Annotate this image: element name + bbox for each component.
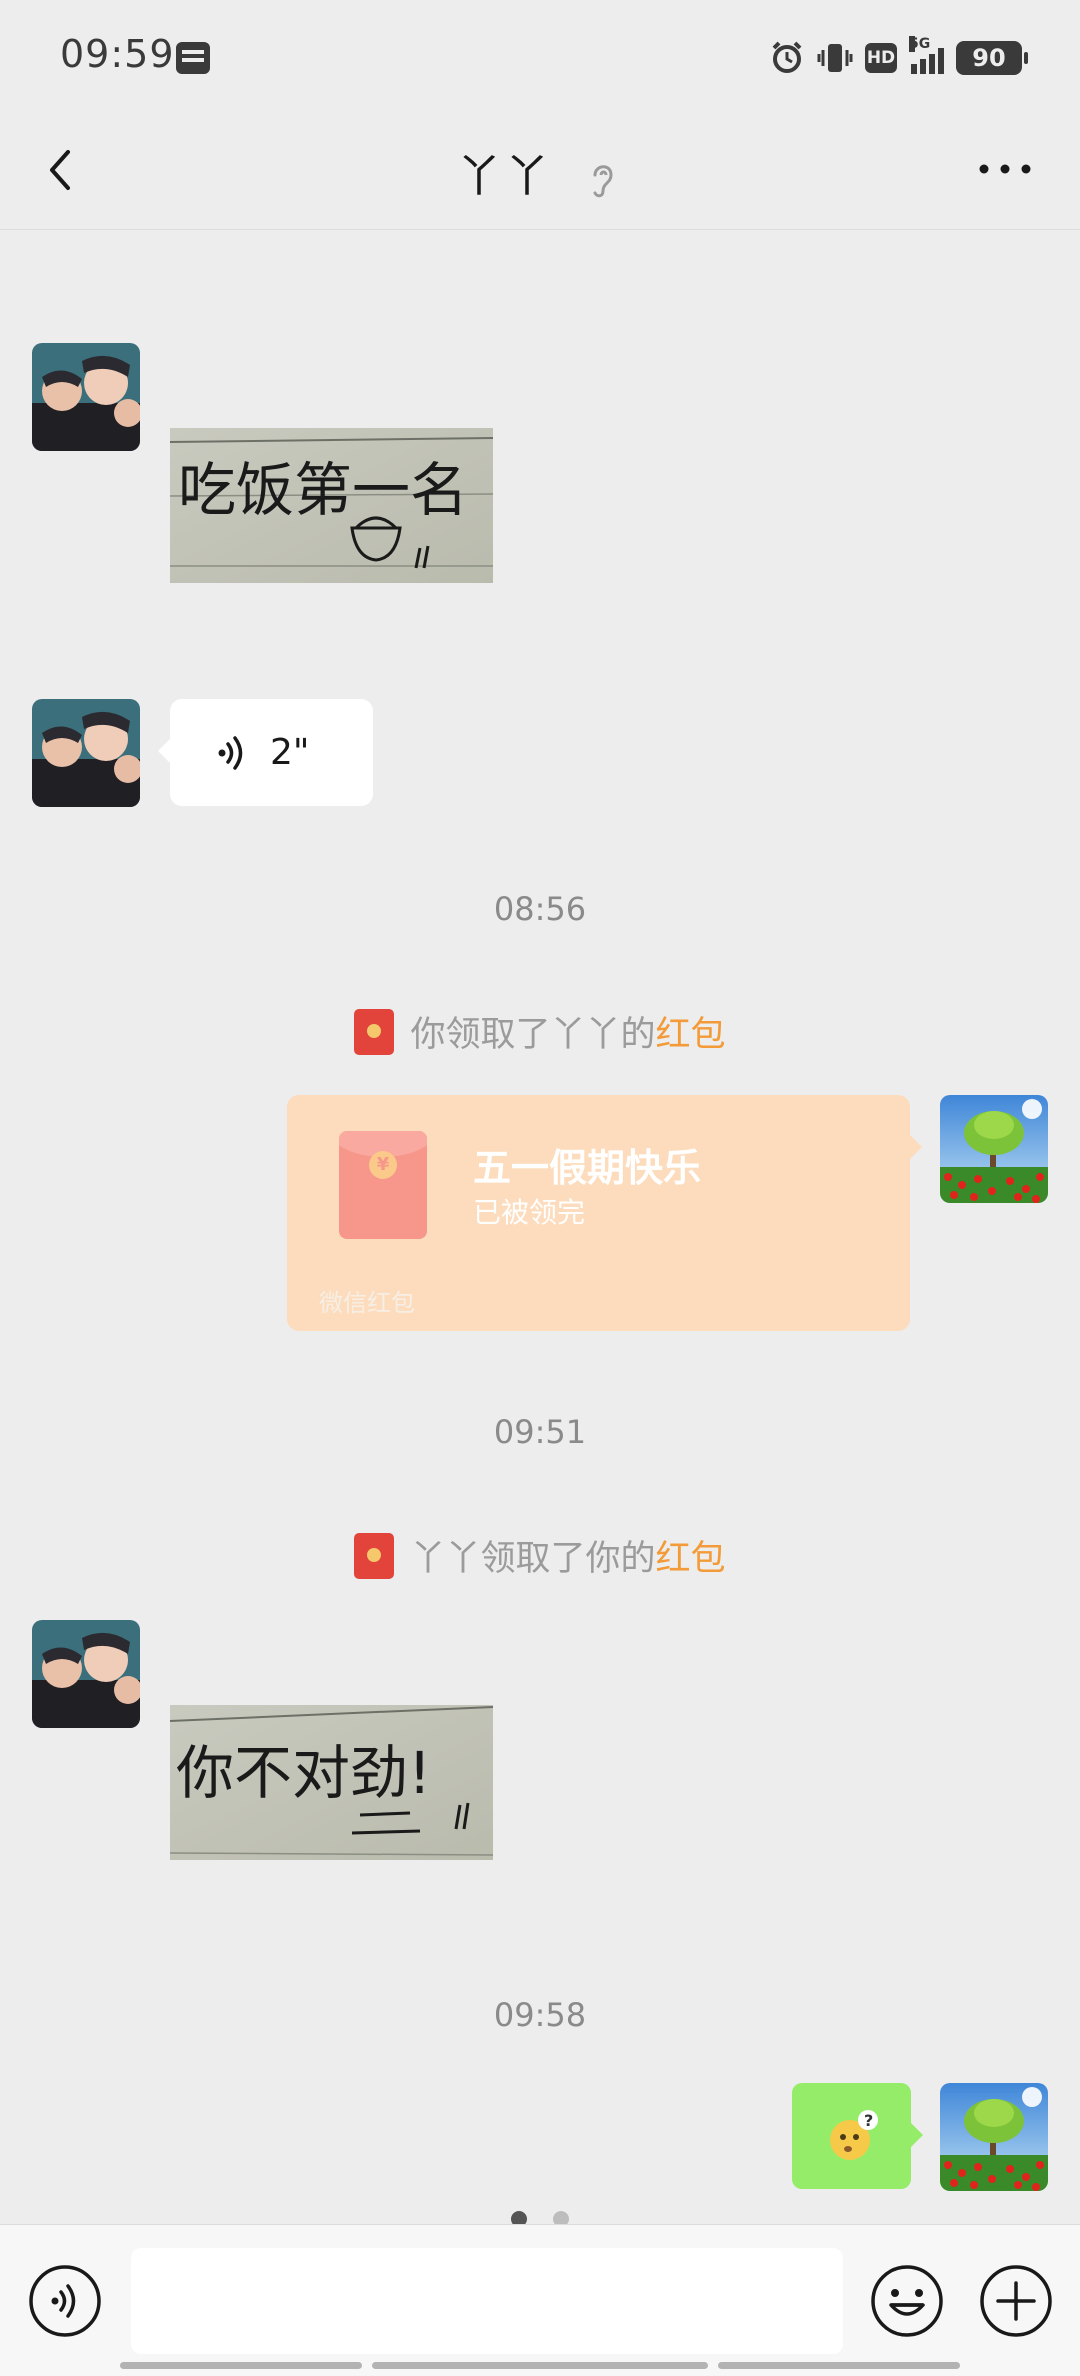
red-packet-title: 五一假期快乐	[473, 1146, 702, 1190]
network-label: 5G	[909, 36, 931, 52]
sticker-text: 你不对劲!	[176, 1739, 431, 1807]
friend-avatar[interactable]	[32, 699, 140, 807]
hd-icon: HD	[865, 43, 897, 73]
signal-icon: 5G	[909, 36, 944, 74]
gesture-bar	[0, 2362, 1080, 2370]
voice-wave-icon	[218, 735, 243, 770]
ear-icon	[593, 165, 613, 198]
contact-name: 丫丫	[457, 151, 553, 202]
coin-icon: ¥	[369, 1151, 397, 1179]
sticker-image[interactable]: 你不对劲!	[169, 1705, 494, 1860]
more-button[interactable]	[970, 144, 1040, 194]
plus-icon	[980, 2265, 1052, 2337]
system-message: 丫丫领取了你的 红包	[0, 1530, 1080, 1581]
chat-title: 丫丫	[0, 140, 1080, 204]
emoji-button[interactable]	[869, 2263, 945, 2339]
red-packet-status: 已被领完	[473, 1196, 586, 1229]
alarm-icon	[769, 40, 805, 76]
my-avatar[interactable]	[940, 2083, 1048, 2191]
more-icon	[979, 164, 1031, 174]
timestamp: 09:51	[493, 1413, 587, 1451]
my-avatar[interactable]	[940, 1095, 1048, 1203]
timestamp: 08:56	[493, 890, 587, 928]
confused-emoji-icon: ?	[829, 2110, 878, 2160]
red-packet-link[interactable]: 红包	[656, 1530, 726, 1581]
chat-header: 丫丫	[0, 110, 1080, 230]
status-time: 09:59	[60, 32, 175, 76]
emoji-icon	[871, 2265, 943, 2337]
svg-text:?: ?	[864, 2111, 873, 2130]
system-message-text: 你领取了丫丫的	[410, 1015, 656, 1055]
sticker-image[interactable]: 吃饭第一名	[169, 428, 494, 583]
status-bar: 09:59 HD 5G 90	[0, 0, 1080, 110]
emoji-message[interactable]: ?	[792, 2083, 923, 2189]
message-input[interactable]	[131, 2248, 843, 2354]
notification-icon	[176, 42, 210, 74]
red-envelope-icon: ¥	[339, 1131, 427, 1239]
battery-icon: 90	[956, 41, 1028, 75]
friend-avatar[interactable]	[32, 1620, 140, 1728]
vibrate-icon	[817, 40, 853, 76]
voice-input-button[interactable]	[27, 2263, 103, 2339]
voice-icon	[29, 2265, 101, 2337]
input-bar	[0, 2224, 1080, 2376]
voice-message[interactable]: 2"	[158, 699, 373, 806]
sticker-text: 吃饭第一名	[178, 456, 468, 524]
system-message: 你领取了丫丫的 红包	[0, 1006, 1080, 1057]
red-packet-link[interactable]: 红包	[656, 1006, 726, 1057]
more-actions-button[interactable]	[978, 2263, 1054, 2339]
system-message-text: 丫丫领取了你的	[410, 1539, 656, 1579]
red-packet-icon	[354, 1532, 395, 1579]
red-packet-message[interactable]: ¥ 五一假期快乐 已被领完 微信红包	[287, 1095, 922, 1331]
friend-avatar[interactable]	[32, 343, 140, 451]
status-icons: HD 5G 90	[769, 36, 1028, 80]
voice-duration: 2"	[270, 732, 310, 773]
red-packet-footer: 微信红包	[319, 1289, 415, 1317]
timestamp: 09:58	[493, 1996, 587, 2034]
red-packet-icon	[354, 1008, 395, 1055]
